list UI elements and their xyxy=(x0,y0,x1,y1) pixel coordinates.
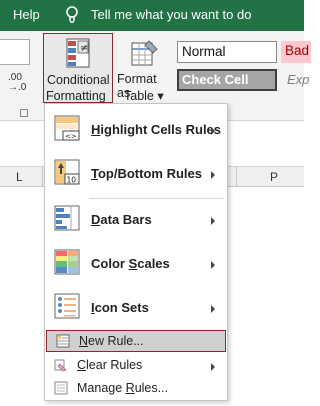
conditional-formatting-menu: <> Highlight Cells Rules 10 Top/Bottom R… xyxy=(44,103,228,401)
style-normal[interactable]: Normal xyxy=(177,41,277,63)
menu-item-label: New Rule... xyxy=(79,334,144,348)
top-bottom-icon: 10 xyxy=(54,159,80,185)
svg-text:10: 10 xyxy=(67,176,77,185)
submenu-arrow-icon xyxy=(211,127,215,135)
menu-item-highlight-cells-rules[interactable]: <> Highlight Cells Rules xyxy=(45,112,227,148)
format-as-table-icon xyxy=(131,40,158,66)
menu-item-label: Top/Bottom Rules xyxy=(91,166,202,181)
submenu-arrow-icon xyxy=(211,261,215,269)
menu-item-manage-rules[interactable]: Manage Rules... xyxy=(45,377,227,399)
menu-item-top-bottom-rules[interactable]: 10 Top/Bottom Rules xyxy=(45,156,227,192)
style-explanatory[interactable]: Exp xyxy=(287,72,309,87)
menu-item-label: Color Scales xyxy=(91,256,170,271)
svg-text:≠: ≠ xyxy=(80,43,88,54)
style-check-cell[interactable]: Check Cell xyxy=(177,69,277,91)
icon-sets-icon xyxy=(54,293,80,319)
ribbon-tab-strip: Help Tell me what you want to do xyxy=(0,0,304,31)
style-bad[interactable]: Bad xyxy=(281,41,311,63)
data-bars-icon xyxy=(54,205,80,231)
conditional-formatting-icon: ≠ xyxy=(66,38,90,68)
menu-item-color-scales[interactable]: Color Scales xyxy=(45,246,227,282)
manage-rules-icon xyxy=(54,381,68,395)
svg-text:<>: <> xyxy=(65,133,77,141)
cf-label-line1: Conditional xyxy=(47,73,110,87)
column-l-header[interactable]: L xyxy=(16,170,23,184)
menu-item-label: Data Bars xyxy=(91,212,152,227)
help-tab[interactable]: Help xyxy=(13,7,40,22)
fat-label-line2: Table ▾ xyxy=(124,89,164,103)
submenu-arrow-icon xyxy=(211,217,215,225)
lightbulb-icon xyxy=(66,6,78,23)
submenu-arrow-icon xyxy=(211,305,215,313)
number-format-box[interactable] xyxy=(0,39,30,65)
tell-me-search[interactable]: Tell me what you want to do xyxy=(91,7,251,22)
menu-separator xyxy=(89,198,224,199)
color-scales-icon xyxy=(54,249,80,275)
column-p-header[interactable]: P xyxy=(270,170,278,184)
highlight-cells-icon: <> xyxy=(54,115,80,141)
submenu-arrow-icon xyxy=(211,171,215,179)
dialog-launcher-icon[interactable] xyxy=(20,109,28,117)
new-rule-icon xyxy=(56,334,70,348)
menu-item-label: Icon Sets xyxy=(91,300,149,315)
menu-item-clear-rules[interactable]: Clear Rules xyxy=(45,354,227,376)
submenu-arrow-icon xyxy=(211,363,215,371)
menu-item-icon-sets[interactable]: Icon Sets xyxy=(45,290,227,326)
decrease-decimal-button[interactable]: .00 →.0 xyxy=(8,73,26,93)
clear-rules-icon xyxy=(54,359,67,372)
menu-item-data-bars[interactable]: Data Bars xyxy=(45,202,227,238)
menu-item-label: Highlight Cells Rules xyxy=(91,122,222,137)
menu-item-label: Clear Rules xyxy=(77,358,143,372)
menu-item-new-rule[interactable]: New Rule... xyxy=(46,330,226,352)
menu-item-label: Manage Rules... xyxy=(77,381,169,395)
format-as-table-button[interactable]: Format as Table ▾ xyxy=(115,33,173,103)
conditional-formatting-button[interactable]: ≠ Conditional Formatting ▾ xyxy=(43,33,113,118)
